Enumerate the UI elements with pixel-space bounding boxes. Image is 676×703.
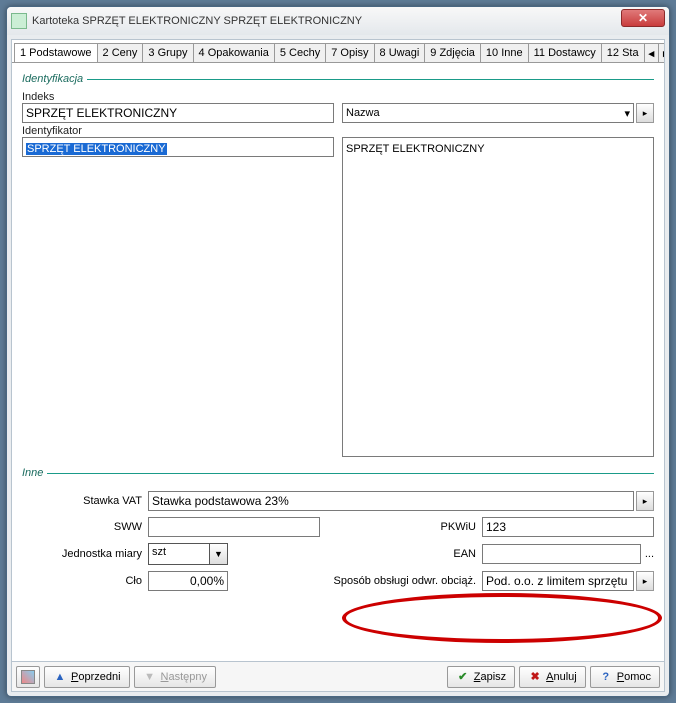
- window-body: 1 Podstawowe 2 Ceny 3 Grupy 4 Opakowania…: [11, 39, 665, 692]
- stawka-vat-input[interactable]: [148, 491, 634, 511]
- grid-icon: [21, 670, 35, 684]
- tab-cechy[interactable]: 5 Cechy: [274, 43, 326, 63]
- sposob-input[interactable]: [482, 571, 634, 591]
- nazwa-textarea[interactable]: SPRZĘT ELEKTRONICZNY: [342, 137, 654, 457]
- window-title: Kartoteka SPRZĘT ELEKTRONICZNY SPRZĘT EL…: [32, 15, 362, 27]
- tab-content: Identyfikacja Indeks Identyfikator SPRZĘ…: [12, 63, 664, 661]
- tab-scroll-right[interactable]: ▸: [658, 43, 664, 63]
- clo-label: Cło: [22, 575, 142, 587]
- zapisz-button[interactable]: ✔ Zapisz: [447, 666, 515, 688]
- check-icon: ✔: [456, 670, 470, 684]
- tab-opisy[interactable]: 7 Opisy: [325, 43, 374, 63]
- tab-dostawcy[interactable]: 11 Dostawcy: [528, 43, 602, 63]
- nazwa-combo[interactable]: Nazwa ▾: [342, 103, 634, 123]
- app-window: Kartoteka SPRZĘT ELEKTRONICZNY SPRZĘT EL…: [6, 6, 670, 697]
- ean-input[interactable]: [482, 544, 641, 564]
- chevron-down-icon: ▼: [209, 544, 227, 564]
- titlebar: Kartoteka SPRZĘT ELEKTRONICZNY SPRZĘT EL…: [7, 7, 669, 35]
- nazwa-value: SPRZĘT ELEKTRONICZNY: [346, 143, 485, 155]
- sww-input[interactable]: [148, 517, 320, 537]
- identyfikacja-label: Identyfikacja: [22, 73, 83, 85]
- inne-label: Inne: [22, 467, 43, 479]
- x-icon: ✖: [528, 670, 542, 684]
- nazwa-more-button[interactable]: ▸: [636, 103, 654, 123]
- indeks-input[interactable]: [22, 103, 334, 123]
- sposob-more-button[interactable]: ▸: [636, 571, 654, 591]
- pomoc-label: Pomoc: [617, 671, 651, 683]
- identyfikator-label: Identyfikator: [22, 125, 334, 137]
- divider: [87, 79, 654, 80]
- jednostka-combo[interactable]: szt ▼: [148, 543, 228, 565]
- pkwiu-input[interactable]: [482, 517, 654, 537]
- inne-grid: Stawka VAT ▸ SWW PKWiU Jednostka miary s…: [22, 491, 654, 591]
- anuluj-label: Anuluj: [546, 671, 577, 683]
- inne-header: Inne: [22, 467, 654, 479]
- nastepny-label: Następny: [161, 671, 207, 683]
- annotation-ellipse: [342, 593, 662, 643]
- tab-sta[interactable]: 12 Sta: [601, 43, 645, 63]
- nazwa-combo-text: Nazwa: [346, 107, 380, 119]
- pomoc-button[interactable]: ? Pomoc: [590, 666, 660, 688]
- tab-opakowania[interactable]: 4 Opakowania: [193, 43, 275, 63]
- nastepny-button[interactable]: ▼ Następny: [134, 666, 216, 688]
- tab-inne[interactable]: 10 Inne: [480, 43, 529, 63]
- tab-ceny[interactable]: 2 Ceny: [97, 43, 144, 63]
- pkwiu-label: PKWiU: [326, 521, 476, 533]
- jednostka-value: szt: [149, 544, 209, 564]
- close-button[interactable]: ✕: [621, 9, 665, 27]
- poprzedni-button[interactable]: ▲ Poprzedni: [44, 666, 130, 688]
- clo-input[interactable]: [148, 571, 228, 591]
- tab-scroll-left[interactable]: ◂: [644, 43, 660, 63]
- app-icon: [11, 13, 27, 29]
- tab-zdjecia[interactable]: 9 Zdjęcia: [424, 43, 481, 63]
- anuluj-button[interactable]: ✖ Anuluj: [519, 666, 586, 688]
- poprzedni-label: Poprzedni: [71, 671, 121, 683]
- stawka-vat-label: Stawka VAT: [22, 495, 142, 507]
- spacer-label-2: [342, 125, 654, 137]
- indeks-label: Indeks: [22, 91, 334, 103]
- tab-uwagi[interactable]: 8 Uwagi: [374, 43, 426, 63]
- footer-bar: ▲ Poprzedni ▼ Następny ✔ Zapisz ✖ Anuluj…: [12, 661, 664, 691]
- footer-icon-button[interactable]: [16, 666, 40, 688]
- tabstrip: 1 Podstawowe 2 Ceny 3 Grupy 4 Opakowania…: [12, 40, 664, 63]
- tab-podstawowe[interactable]: 1 Podstawowe: [14, 43, 98, 63]
- sposob-label: Sposób obsługi odwr. obciąż.: [326, 575, 476, 587]
- chevron-down-icon: ▾: [624, 107, 630, 120]
- sww-label: SWW: [22, 521, 142, 533]
- divider: [47, 473, 654, 474]
- zapisz-label: Zapisz: [474, 671, 506, 683]
- identyfikacja-header: Identyfikacja: [22, 73, 654, 85]
- spacer-label: [342, 91, 654, 103]
- tab-grupy[interactable]: 3 Grupy: [142, 43, 193, 63]
- identyfikator-input[interactable]: SPRZĘT ELEKTRONICZNY: [22, 137, 334, 157]
- jednostka-label: Jednostka miary: [22, 548, 142, 560]
- arrow-down-icon: ▼: [143, 670, 157, 684]
- ean-ellipsis-button[interactable]: ...: [645, 548, 654, 560]
- stawka-vat-more-button[interactable]: ▸: [636, 491, 654, 511]
- help-icon: ?: [599, 670, 613, 684]
- ean-label: EAN: [326, 548, 476, 560]
- identyfikator-value: SPRZĘT ELEKTRONICZNY: [26, 143, 167, 155]
- arrow-up-icon: ▲: [53, 670, 67, 684]
